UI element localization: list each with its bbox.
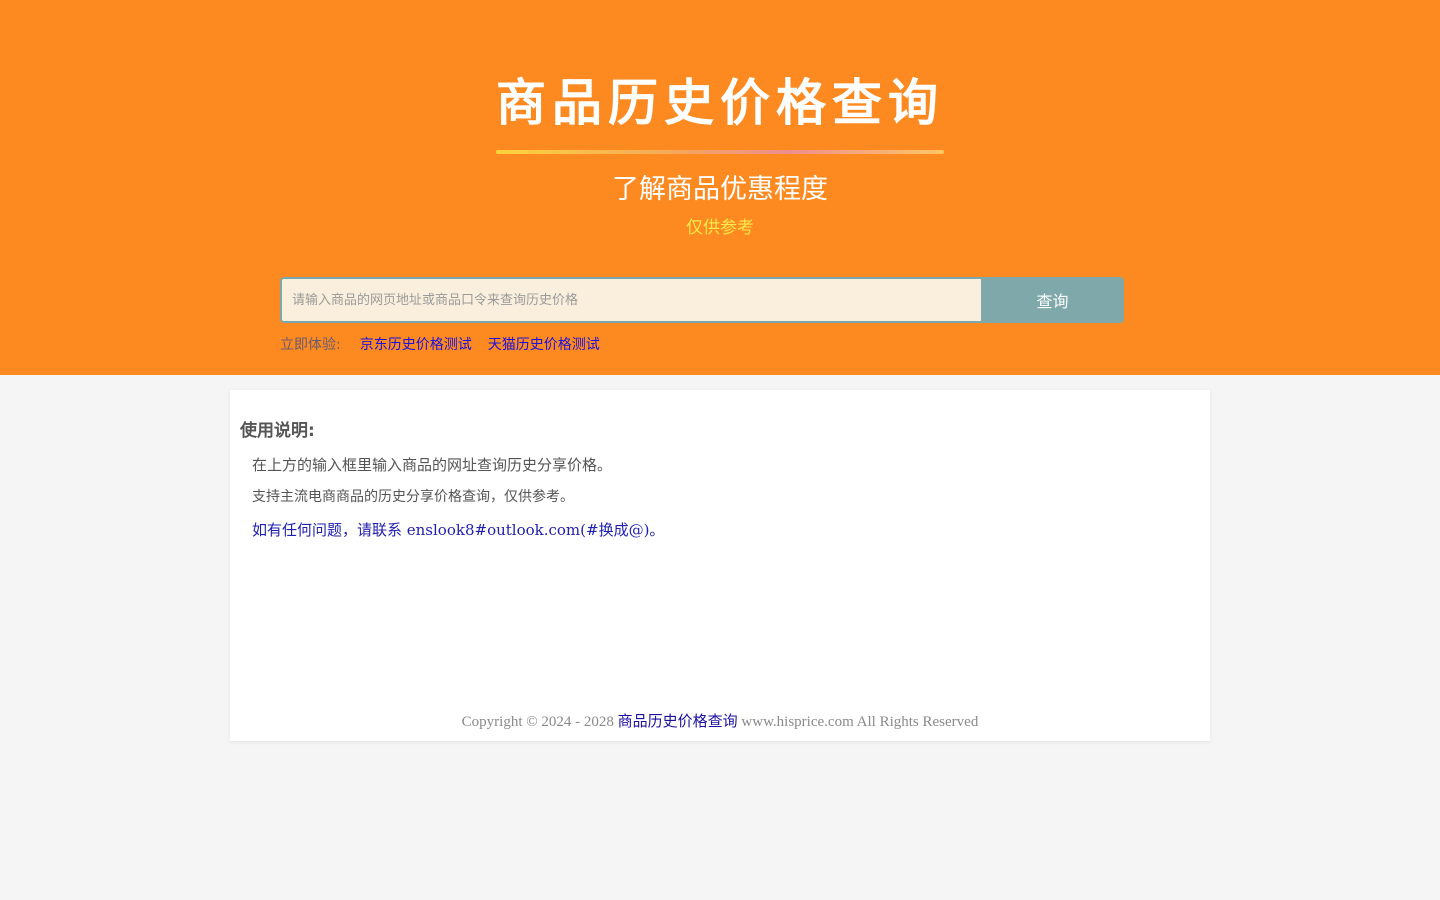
usage-line-support: 支持主流电商商品的历史分享价格查询，仅供参考。 bbox=[252, 489, 574, 505]
title-underline bbox=[496, 150, 944, 154]
search-button[interactable]: 查询 bbox=[981, 277, 1124, 323]
copyright-text: Copyright © 2024 - 2028 bbox=[461, 714, 614, 730]
page-subtitle: 了解商品优惠程度 bbox=[612, 174, 828, 205]
usage-heading: 使用说明: bbox=[240, 421, 315, 441]
search-form: 查询 bbox=[280, 277, 1124, 323]
jd-test-link[interactable]: 京东历史价格测试 bbox=[360, 337, 472, 353]
disclaimer-note: 仅供参考 bbox=[686, 218, 754, 238]
footer-rights-text: www.hisprice.com All Rights Reserved bbox=[741, 714, 979, 730]
tmall-test-link[interactable]: 天猫历史价格测试 bbox=[488, 337, 600, 353]
usage-line-input: 在上方的输入框里输入商品的网址查询历史分享价格。 bbox=[252, 456, 613, 474]
footer: Copyright © 2024 - 2028 商品历史价格查询 www.his… bbox=[230, 710, 1210, 733]
try-now-row: 立即体验: 京东历史价格测试 天猫历史价格测试 bbox=[280, 334, 600, 356]
search-input[interactable] bbox=[280, 277, 981, 323]
page-title: 商品历史价格查询 bbox=[496, 74, 944, 132]
usage-line-contact: 如有任何问题，请联系 enslook8#outlook.com(#换成@)。 bbox=[252, 521, 665, 539]
usage-card: 使用说明: 在上方的输入框里输入商品的网址查询历史分享价格。 支持主流电商商品的… bbox=[230, 390, 1210, 741]
try-now-label: 立即体验: bbox=[280, 337, 341, 353]
footer-site-link[interactable]: 商品历史价格查询 bbox=[618, 712, 738, 730]
hero-banner: 商品历史价格查询 了解商品优惠程度 仅供参考 查询 立即体验: 京东历史价格测试天… bbox=[0, 0, 1440, 375]
